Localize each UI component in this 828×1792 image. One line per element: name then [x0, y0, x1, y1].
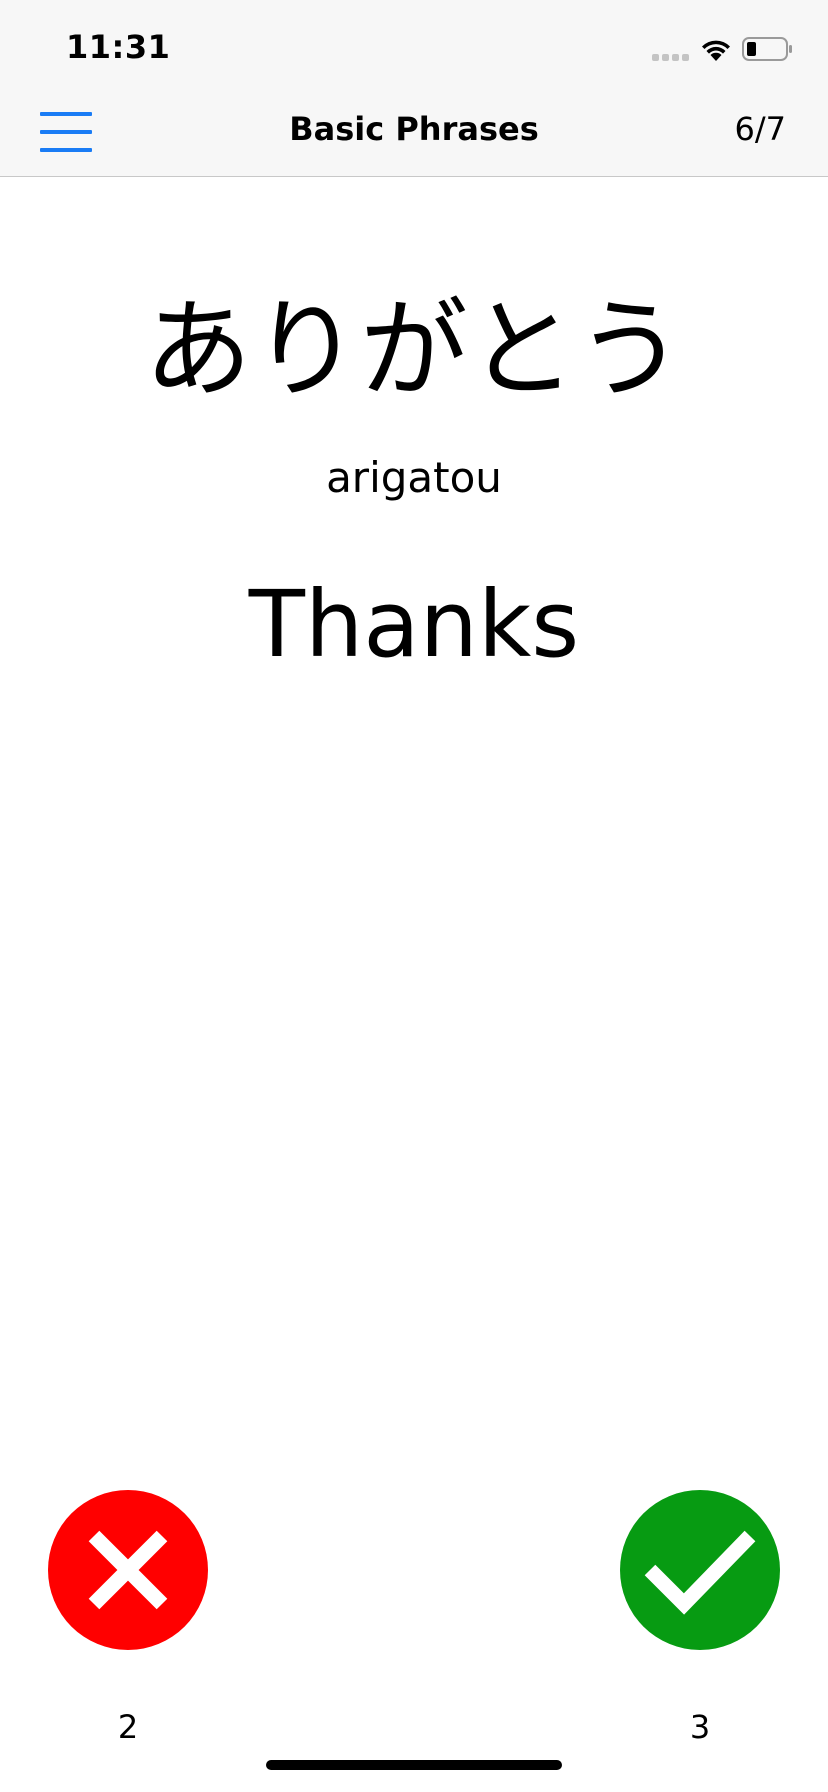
right-answer-count: 3 — [689, 1708, 711, 1746]
wrong-answer-button[interactable] — [48, 1490, 208, 1650]
home-indicator[interactable] — [266, 1760, 562, 1770]
wrong-answer-count: 2 — [117, 1708, 139, 1746]
romaji-reading: arigatou — [326, 453, 502, 502]
checkmark-icon — [620, 1490, 780, 1650]
status-time: 11:31 — [66, 28, 171, 66]
right-answer-button[interactable] — [620, 1490, 780, 1650]
navigation-bar: Basic Phrases 6/7 — [0, 88, 828, 177]
signal-icon — [652, 54, 689, 61]
wifi-icon — [702, 40, 730, 61]
japanese-phrase: ありがとう — [143, 288, 684, 413]
nav-title: Basic Phrases — [289, 110, 539, 148]
english-translation: Thanks — [248, 571, 580, 678]
flashcard-screen: 11:31 Basic Phrases 6/7 ありがとう arigatou T… — [0, 0, 828, 1792]
battery-icon — [742, 37, 792, 61]
status-bar: 11:31 — [0, 0, 828, 88]
cross-icon — [48, 1490, 208, 1650]
card-progress-counter: 6/7 — [734, 110, 787, 148]
